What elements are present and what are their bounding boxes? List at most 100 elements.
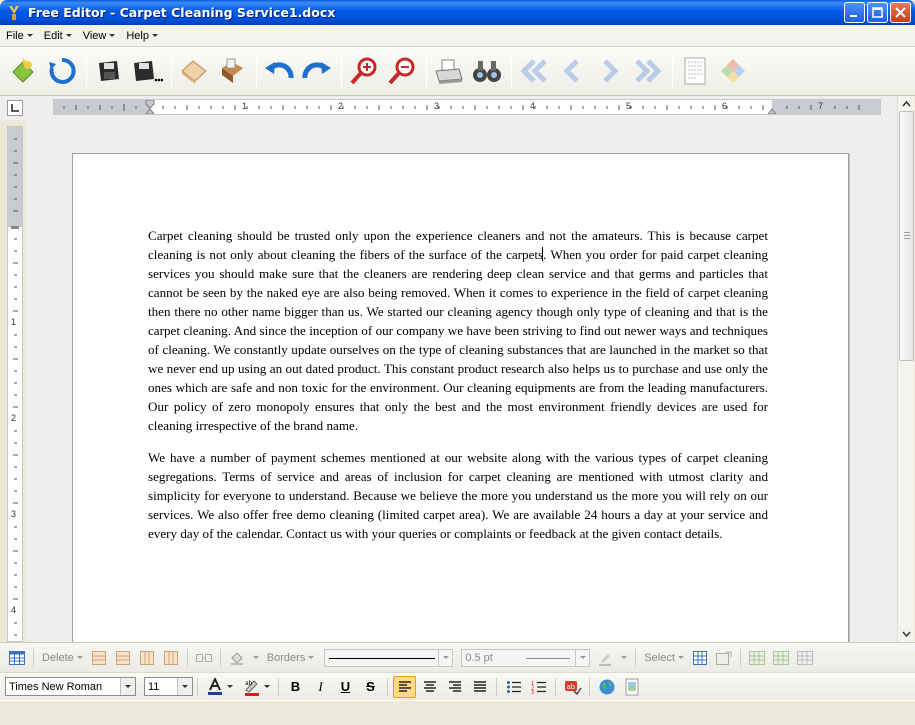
undo-button[interactable] xyxy=(261,51,297,91)
title-bar: Free Editor - Carpet Cleaning Service1.d… xyxy=(0,0,915,25)
spell-check-button[interactable]: ab xyxy=(561,676,584,698)
erase-icon xyxy=(181,60,207,84)
table-style-3-button[interactable] xyxy=(796,649,814,667)
document-body[interactable]: Carpet cleaning should be trusted only u… xyxy=(148,226,768,556)
document-area: Carpet cleaning should be trusted only u… xyxy=(26,120,897,653)
page-layout-button[interactable] xyxy=(677,51,713,91)
shading-dropdown[interactable] xyxy=(249,656,263,659)
print-button[interactable] xyxy=(431,51,467,91)
find-button[interactable] xyxy=(469,51,505,91)
line-width-combo[interactable]: 0.5 pt xyxy=(461,648,591,667)
vertical-ruler[interactable]: 1 2 3 4 xyxy=(7,126,23,642)
new-document-button[interactable] xyxy=(6,51,42,91)
fit-button[interactable] xyxy=(715,51,751,91)
zoom-in-button[interactable] xyxy=(346,51,382,91)
menu-file[interactable]: File xyxy=(0,30,38,42)
pen-icon xyxy=(599,653,612,666)
ruler-number: 4 xyxy=(530,101,536,111)
highlight-color-dropdown[interactable] xyxy=(264,685,270,688)
redo-button[interactable] xyxy=(299,51,335,91)
align-left-button[interactable] xyxy=(393,675,416,698)
align-center-button[interactable] xyxy=(418,676,441,698)
ruler-number: 2 xyxy=(338,101,344,111)
save-button[interactable] xyxy=(91,51,127,91)
highlight-color-button[interactable]: ab xyxy=(240,676,263,698)
grid-icon xyxy=(692,650,707,665)
font-color-dropdown[interactable] xyxy=(227,685,233,688)
previous-page-button[interactable] xyxy=(554,51,590,91)
select-dropdown[interactable]: Select xyxy=(640,652,688,664)
font-color-button[interactable] xyxy=(203,676,226,698)
print-icon xyxy=(435,59,463,84)
refresh-button[interactable] xyxy=(44,51,80,91)
insert-row-below-button[interactable] xyxy=(114,649,132,667)
paste-button[interactable] xyxy=(214,51,250,91)
document-page[interactable]: Carpet cleaning should be trusted only u… xyxy=(72,153,849,653)
hyperlink-button[interactable] xyxy=(595,676,618,698)
toolbar-separator xyxy=(426,54,427,88)
strikethrough-button[interactable]: S xyxy=(359,676,382,698)
first-page-button[interactable] xyxy=(516,51,552,91)
border-color-dropdown[interactable] xyxy=(617,656,631,659)
line-style-combo[interactable] xyxy=(324,648,454,667)
toolbar-separator xyxy=(511,54,512,88)
align-right-button[interactable] xyxy=(443,676,466,698)
borders-dropdown[interactable]: Borders xyxy=(263,652,319,664)
numbered-list-button[interactable]: 123 xyxy=(527,676,550,698)
toolbar-separator xyxy=(387,677,388,696)
merge-cells-button[interactable] xyxy=(195,649,213,667)
line-style-arrow[interactable] xyxy=(438,649,452,666)
vertical-scrollbar[interactable] xyxy=(897,96,914,642)
highlight-icon: ab xyxy=(244,680,259,696)
tab-stop-selector[interactable] xyxy=(7,100,23,116)
font-size-combo[interactable]: 11 xyxy=(144,677,193,696)
chevron-up-icon xyxy=(902,100,911,106)
insert-table-button[interactable] xyxy=(8,649,26,667)
underline-button[interactable]: U xyxy=(334,676,357,698)
last-page-icon xyxy=(635,59,662,83)
bullet-list-button[interactable] xyxy=(502,676,525,698)
horizontal-ruler[interactable]: 1 2 3 4 5 6 7 xyxy=(53,99,881,115)
border-color-button[interactable] xyxy=(596,649,614,667)
menu-help[interactable]: Help xyxy=(120,30,163,42)
menu-edit[interactable]: Edit xyxy=(38,30,77,42)
ruler-number: 7 xyxy=(818,101,824,111)
font-name-combo[interactable]: Times New Roman xyxy=(5,677,136,696)
next-page-button[interactable] xyxy=(592,51,628,91)
window-controls xyxy=(844,2,911,23)
bold-button[interactable]: B xyxy=(284,676,307,698)
menu-view[interactable]: View xyxy=(77,30,121,42)
maximize-icon xyxy=(872,7,883,18)
merge-cells-icon xyxy=(195,653,212,662)
insert-image-button[interactable] xyxy=(620,676,643,698)
toolbar-separator xyxy=(219,648,221,667)
scroll-down-button[interactable] xyxy=(899,626,914,641)
font-name-arrow[interactable] xyxy=(120,678,135,695)
shading-button[interactable] xyxy=(228,649,246,667)
maximize-button[interactable] xyxy=(867,2,888,23)
table-style-1-button[interactable] xyxy=(748,649,766,667)
erase-button[interactable] xyxy=(176,51,212,91)
save-as-button[interactable] xyxy=(129,51,165,91)
align-justify-button[interactable] xyxy=(468,676,491,698)
insert-row-above-button[interactable] xyxy=(90,649,108,667)
ruler-number: 3 xyxy=(11,509,17,519)
ruler-number: 2 xyxy=(11,413,17,423)
zoom-out-button[interactable] xyxy=(384,51,420,91)
scroll-thumb[interactable] xyxy=(899,111,914,361)
close-button[interactable] xyxy=(890,2,911,23)
line-width-arrow[interactable] xyxy=(575,649,589,666)
italic-button[interactable]: I xyxy=(309,676,332,698)
table-properties-button[interactable] xyxy=(715,649,733,667)
align-left-icon xyxy=(398,680,411,692)
table-style-2-button[interactable] xyxy=(772,649,790,667)
insert-column-left-button[interactable] xyxy=(138,649,156,667)
font-size-arrow[interactable] xyxy=(177,678,192,695)
first-page-icon xyxy=(520,59,547,83)
insert-column-right-button[interactable] xyxy=(162,649,180,667)
table-grid-button[interactable] xyxy=(691,649,709,667)
scroll-up-button[interactable] xyxy=(899,96,914,111)
last-page-button[interactable] xyxy=(630,51,666,91)
delete-dropdown[interactable]: Delete xyxy=(38,652,87,664)
minimize-button[interactable] xyxy=(844,2,865,23)
